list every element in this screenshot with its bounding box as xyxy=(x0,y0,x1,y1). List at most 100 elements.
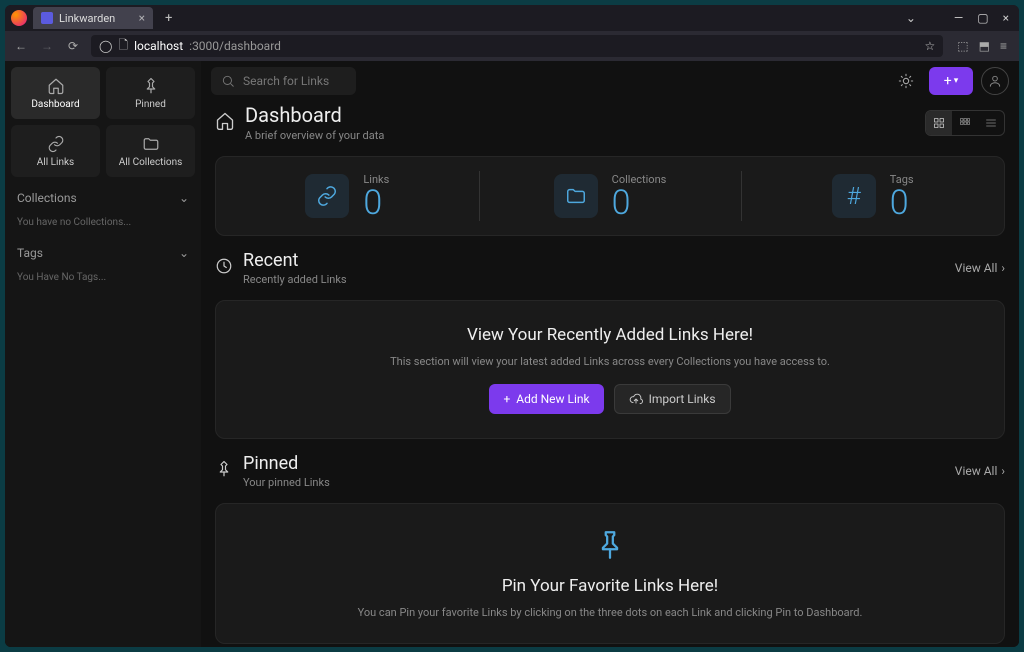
collections-label: Collections xyxy=(17,191,77,205)
view-list-button[interactable] xyxy=(978,111,1004,135)
pinned-panel: Pin Your Favorite Links Here! You can Pi… xyxy=(215,503,1005,644)
collections-empty-text: You have no Collections... xyxy=(11,213,195,232)
browser-window: Linkwarden × + ⌄ — ▢ × ← → ⟳ ◯ 🗋 localho… xyxy=(5,5,1019,647)
shield-icon: ◯ xyxy=(99,39,112,53)
pin-icon xyxy=(142,77,160,95)
sidebar-item-all-links[interactable]: All Links xyxy=(11,125,100,177)
window-close-icon[interactable]: × xyxy=(999,11,1013,25)
nav-reload-icon[interactable]: ⟳ xyxy=(65,39,81,53)
search-input[interactable]: Search for Links xyxy=(211,67,356,95)
pocket-icon[interactable]: ⬚ xyxy=(957,39,968,53)
link-icon xyxy=(305,174,349,218)
firefox-logo-icon xyxy=(11,10,27,26)
stat-tags: # Tags 0 xyxy=(741,157,1004,235)
recent-panel: View Your Recently Added Links Here! Thi… xyxy=(215,300,1005,439)
caret-down-icon: ▾ xyxy=(954,76,959,86)
chevron-down-icon: ⌄ xyxy=(179,191,189,205)
grid-icon xyxy=(959,117,971,129)
plus-icon: + xyxy=(503,392,510,406)
recent-view-all-link[interactable]: View All › xyxy=(955,261,1005,275)
page-subtitle: A brief overview of your data xyxy=(245,129,384,142)
sidebar-collections-header[interactable]: Collections ⌄ xyxy=(11,183,195,207)
browser-toolbar: ← → ⟳ ◯ 🗋 localhost :3000/dashboard ☆ ⬚ ⬒… xyxy=(5,31,1019,61)
page-title: Dashboard xyxy=(245,103,384,127)
add-new-link-button[interactable]: + Add New Link xyxy=(489,384,603,414)
recent-subtitle: Recently added Links xyxy=(243,273,347,286)
home-icon xyxy=(215,111,235,135)
pinned-panel-sub: You can Pin your favorite Links by click… xyxy=(358,606,863,619)
pin-large-icon xyxy=(593,528,627,566)
import-links-button[interactable]: Import Links xyxy=(614,384,731,414)
sidebar-label: All Collections xyxy=(119,157,183,168)
view-grid-button[interactable] xyxy=(952,111,978,135)
sun-icon xyxy=(898,73,914,89)
theme-toggle-button[interactable] xyxy=(891,67,921,95)
stats-card: Links 0 Collections 0 xyxy=(215,156,1005,236)
bookmark-star-icon[interactable]: ☆ xyxy=(925,39,936,53)
clock-icon xyxy=(215,257,233,279)
url-path: :3000/dashboard xyxy=(189,39,281,53)
user-avatar[interactable] xyxy=(981,67,1009,95)
stat-links: Links 0 xyxy=(216,157,479,235)
plus-icon: + xyxy=(944,73,952,89)
add-button[interactable]: + ▾ xyxy=(929,67,973,95)
add-new-link-label: Add New Link xyxy=(516,392,589,406)
folder-icon xyxy=(142,135,160,153)
nav-back-icon[interactable]: ← xyxy=(13,39,29,53)
pinned-view-all-link[interactable]: View All › xyxy=(955,464,1005,478)
chevron-down-icon: ⌄ xyxy=(179,246,189,260)
cloud-upload-icon xyxy=(629,392,643,406)
view-all-label: View All xyxy=(955,261,998,275)
sidebar-item-all-collections[interactable]: All Collections xyxy=(106,125,195,177)
url-host: localhost xyxy=(134,39,183,53)
app: Dashboard Pinned All Links All Collectio… xyxy=(5,61,1019,647)
search-icon xyxy=(221,74,235,88)
user-icon xyxy=(988,74,1002,88)
tags-label: Tags xyxy=(17,246,43,260)
sidebar-item-dashboard[interactable]: Dashboard xyxy=(11,67,100,119)
window-minimize-icon[interactable]: — xyxy=(950,11,967,25)
tab-close-icon[interactable]: × xyxy=(139,11,145,25)
stat-tags-value: 0 xyxy=(890,186,914,220)
folder-icon xyxy=(554,174,598,218)
window-maximize-icon[interactable]: ▢ xyxy=(973,11,992,25)
view-card-button[interactable] xyxy=(926,111,952,135)
tags-empty-text: You Have No Tags... xyxy=(11,268,195,287)
nav-forward-icon[interactable]: → xyxy=(39,39,55,53)
content: Search for Links + ▾ xyxy=(201,61,1019,647)
hamburger-menu-icon[interactable]: ≡ xyxy=(1000,39,1007,53)
pinned-panel-title: Pin Your Favorite Links Here! xyxy=(502,576,718,596)
tab-title: Linkwarden xyxy=(59,12,115,25)
sidebar-label: Pinned xyxy=(135,99,166,110)
chevron-right-icon: › xyxy=(1001,261,1005,275)
recent-panel-title: View Your Recently Added Links Here! xyxy=(467,325,753,345)
chevron-right-icon: › xyxy=(1001,464,1005,478)
sidebar-label: Dashboard xyxy=(31,99,79,110)
stat-collections: Collections 0 xyxy=(479,157,742,235)
list-icon xyxy=(985,117,997,129)
tab-favicon-icon xyxy=(41,12,53,24)
browser-tab[interactable]: Linkwarden × xyxy=(33,7,153,29)
view-toggle xyxy=(925,110,1005,136)
url-bar[interactable]: ◯ 🗋 localhost :3000/dashboard ☆ xyxy=(91,35,943,57)
topbar: Search for Links + ▾ xyxy=(201,61,1019,101)
hash-icon: # xyxy=(832,174,876,218)
recent-panel-sub: This section will view your latest added… xyxy=(390,355,830,368)
recent-title: Recent xyxy=(243,250,347,271)
tabs-dropdown-icon[interactable]: ⌄ xyxy=(902,11,920,25)
stat-collections-value: 0 xyxy=(612,186,667,220)
view-all-label: View All xyxy=(955,464,998,478)
sidebar-item-pinned[interactable]: Pinned xyxy=(106,67,195,119)
pin-icon xyxy=(215,460,233,482)
pinned-subtitle: Your pinned Links xyxy=(243,476,330,489)
pinned-title: Pinned xyxy=(243,453,330,474)
extensions-icon[interactable]: ⬒ xyxy=(979,39,990,53)
sidebar: Dashboard Pinned All Links All Collectio… xyxy=(5,61,201,647)
link-icon xyxy=(47,135,65,153)
sidebar-label: All Links xyxy=(37,157,74,168)
home-icon xyxy=(47,77,65,95)
new-tab-button[interactable]: + xyxy=(159,11,178,26)
lock-icon: 🗋 xyxy=(118,36,128,57)
titlebar: Linkwarden × + ⌄ — ▢ × xyxy=(5,5,1019,31)
sidebar-tags-header[interactable]: Tags ⌄ xyxy=(11,238,195,262)
